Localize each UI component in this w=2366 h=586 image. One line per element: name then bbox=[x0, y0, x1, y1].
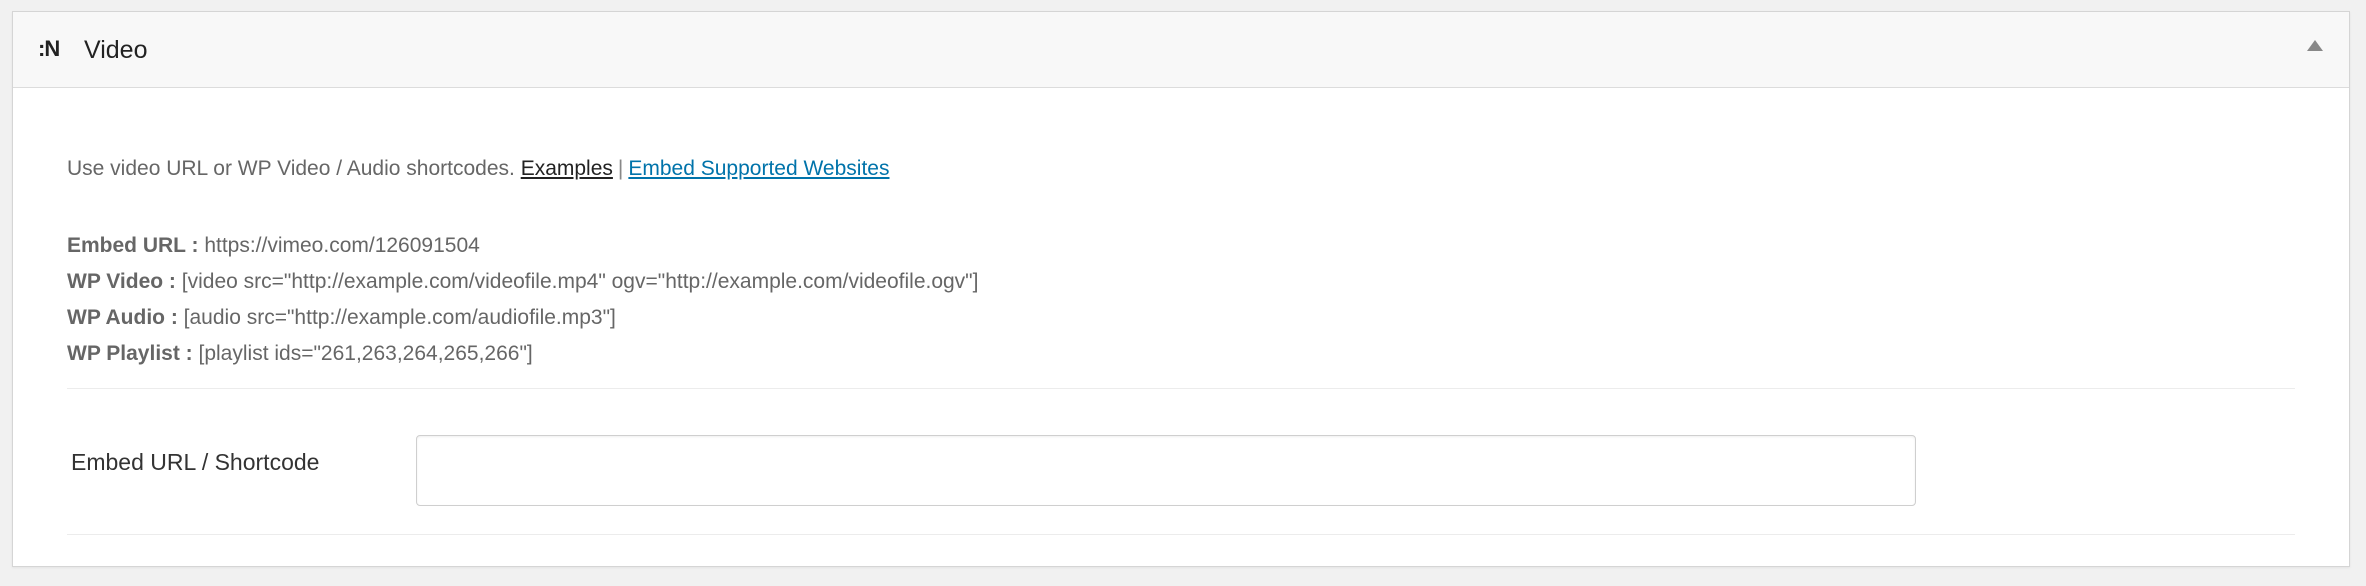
link-separator: | bbox=[617, 157, 624, 180]
help-value: https://vimeo.com/126091504 bbox=[204, 234, 480, 257]
help-label: WP Playlist : bbox=[67, 342, 193, 365]
metabox-header[interactable]: :N Video bbox=[13, 12, 2349, 88]
divider bbox=[67, 388, 2295, 389]
help-wp-audio: WP Audio : [audio src="http://example.co… bbox=[67, 300, 978, 336]
video-metabox: :N Video Use video URL or WP Video / Aud… bbox=[12, 11, 2350, 567]
plugin-logo-icon: :N bbox=[38, 36, 60, 61]
embed-url-input[interactable] bbox=[416, 435, 1916, 506]
collapse-arrow-up-icon[interactable] bbox=[2307, 40, 2323, 51]
description: Use video URL or WP Video / Audio shortc… bbox=[67, 155, 889, 183]
divider bbox=[67, 534, 2295, 535]
help-value: [playlist ids="261,263,264,265,266"] bbox=[198, 342, 533, 365]
help-label: Embed URL : bbox=[67, 234, 199, 257]
help-wp-playlist: WP Playlist : [playlist ids="261,263,264… bbox=[67, 336, 978, 372]
embed-supported-websites-link[interactable]: Embed Supported Websites bbox=[628, 157, 889, 180]
help-wp-video: WP Video : [video src="http://example.co… bbox=[67, 264, 978, 300]
metabox-title: Video bbox=[84, 36, 148, 64]
embed-url-label: Embed URL / Shortcode bbox=[71, 449, 320, 475]
help-value: [audio src="http://example.com/audiofile… bbox=[183, 306, 616, 329]
help-label: WP Video : bbox=[67, 270, 176, 293]
help-label: WP Audio : bbox=[67, 306, 178, 329]
description-text: Use video URL or WP Video / Audio shortc… bbox=[67, 157, 515, 180]
help-embed-url: Embed URL : https://vimeo.com/126091504 bbox=[67, 228, 978, 264]
help-value: [video src="http://example.com/videofile… bbox=[181, 270, 979, 293]
examples-link[interactable]: Examples bbox=[521, 157, 613, 180]
metabox-content: Use video URL or WP Video / Audio shortc… bbox=[13, 88, 2349, 566]
shortcode-help-list: Embed URL : https://vimeo.com/126091504 … bbox=[67, 228, 978, 372]
